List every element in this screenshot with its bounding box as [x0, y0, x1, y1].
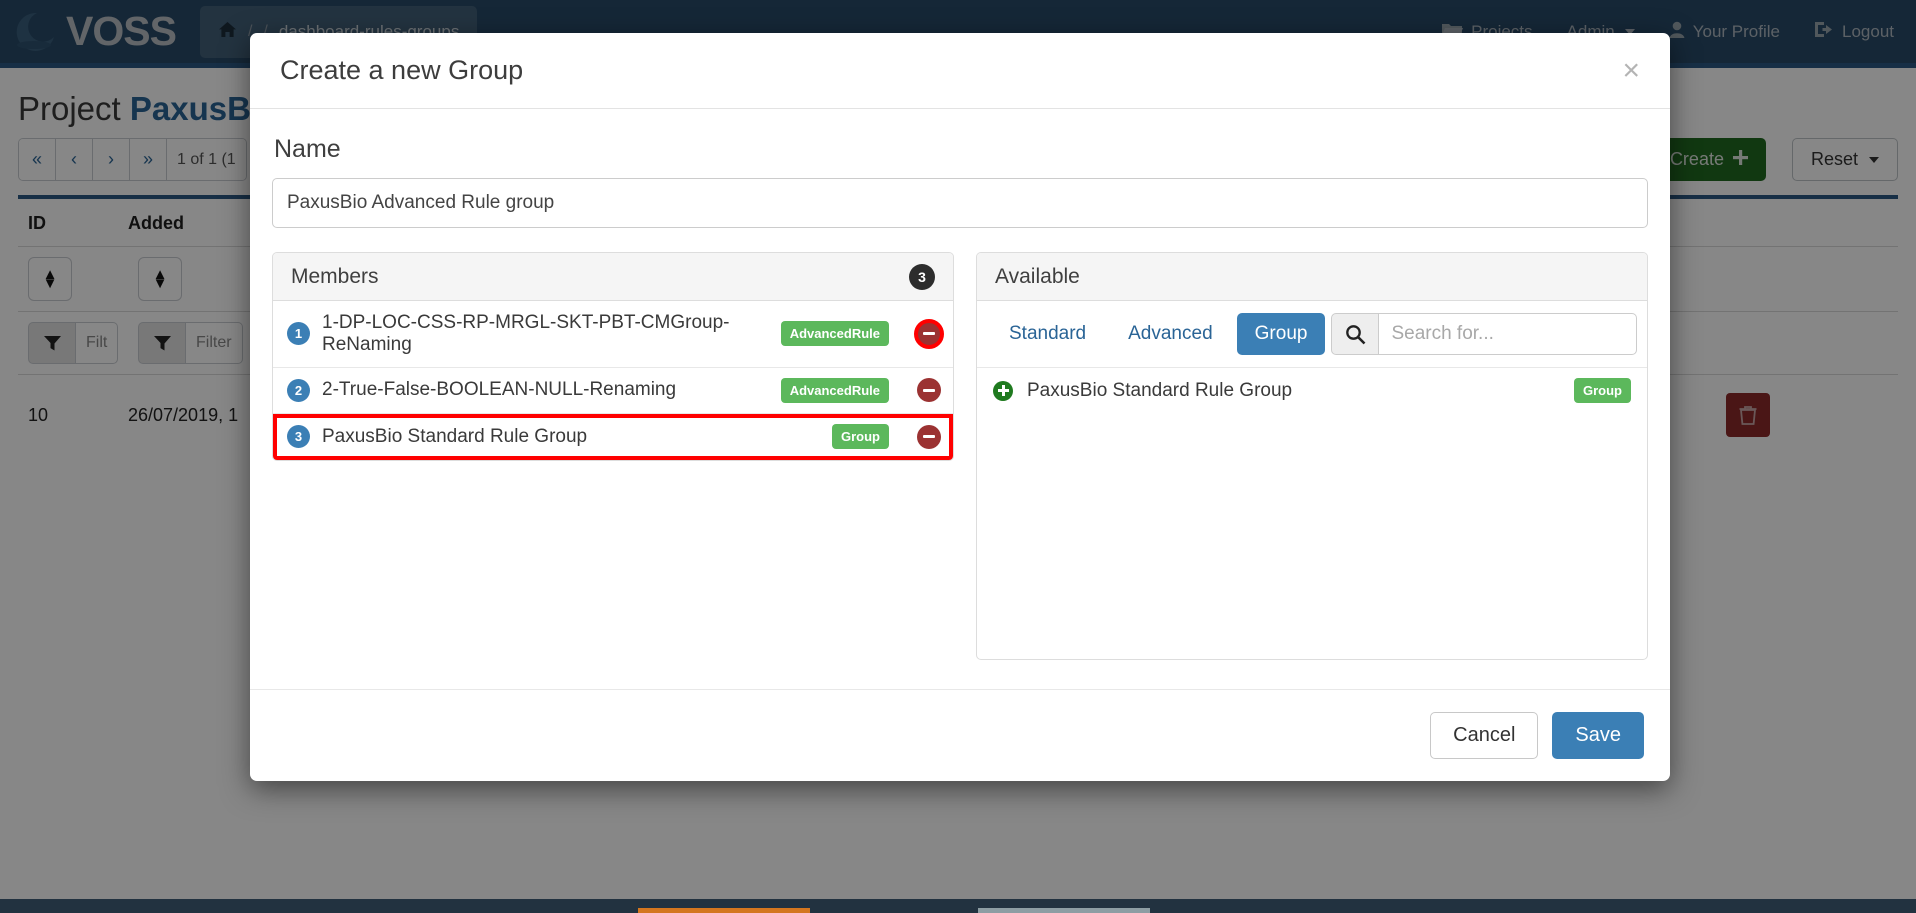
modal-title: Create a new Group — [280, 55, 523, 86]
save-button[interactable]: Save — [1552, 712, 1644, 759]
search-icon[interactable] — [1331, 313, 1379, 355]
plus-icon — [1002, 385, 1005, 396]
tab-advanced[interactable]: Advanced — [1110, 313, 1231, 355]
available-filter-toolbar: Standard Advanced Group — [977, 301, 1647, 368]
available-item-name: PaxusBio Standard Rule Group — [1027, 380, 1292, 402]
create-group-modal: Create a new Group × Name Members 3 1 1-… — [250, 33, 1670, 781]
modal-footer: Cancel Save — [250, 689, 1670, 781]
tab-group[interactable]: Group — [1237, 313, 1326, 355]
minus-icon — [923, 332, 935, 335]
member-type-tag: Group — [832, 424, 889, 449]
member-type-tag: AdvancedRule — [781, 378, 889, 403]
modal-body: Name Members 3 1 1-DP-LOC-CSS-RP-MRGL-SK… — [250, 109, 1670, 689]
taskbar-spacer — [0, 908, 638, 913]
available-search-group — [1331, 313, 1637, 355]
search-input[interactable] — [1379, 313, 1637, 355]
member-row-2[interactable]: 2 2-True-False-BOOLEAN-NULL-Renaming Adv… — [273, 368, 953, 414]
member-row-1[interactable]: 1 1-DP-LOC-CSS-RP-MRGL-SKT-PBT-CMGroup-R… — [273, 301, 953, 368]
members-panel-title: Members — [291, 265, 379, 289]
members-count-badge: 3 — [909, 264, 935, 290]
available-panel-header: Available — [977, 253, 1647, 301]
name-input[interactable] — [272, 178, 1648, 228]
remove-member-button[interactable] — [917, 322, 941, 346]
member-index-badge: 1 — [287, 322, 310, 345]
transfer-panels: Members 3 1 1-DP-LOC-CSS-RP-MRGL-SKT-PBT… — [272, 252, 1648, 660]
member-type-tag: AdvancedRule — [781, 321, 889, 346]
member-name: PaxusBio Standard Rule Group — [322, 426, 587, 448]
member-index-badge: 2 — [287, 379, 310, 402]
members-panel-header: Members 3 — [273, 253, 953, 301]
minus-icon — [923, 435, 935, 438]
member-row-3[interactable]: 3 PaxusBio Standard Rule Group Group — [273, 414, 953, 460]
remove-member-button[interactable] — [917, 378, 941, 402]
available-panel: Available Standard Advanced Group — [976, 252, 1648, 660]
available-row-1[interactable]: PaxusBio Standard Rule Group Group — [977, 368, 1647, 413]
close-icon[interactable]: × — [1622, 56, 1640, 86]
remove-member-button[interactable] — [917, 425, 941, 449]
minus-icon — [923, 389, 935, 392]
modal-header: Create a new Group × — [250, 33, 1670, 109]
add-member-button[interactable] — [993, 381, 1013, 401]
member-name: 2-True-False-BOOLEAN-NULL-Renaming — [322, 379, 676, 401]
cancel-button[interactable]: Cancel — [1430, 712, 1538, 759]
member-name: 1-DP-LOC-CSS-RP-MRGL-SKT-PBT-CMGroup-ReN… — [322, 312, 752, 356]
available-item-tag: Group — [1574, 378, 1631, 403]
members-panel: Members 3 1 1-DP-LOC-CSS-RP-MRGL-SKT-PBT… — [272, 252, 954, 461]
member-index-badge: 3 — [287, 425, 310, 448]
taskbar-item-secondary[interactable] — [978, 908, 1150, 913]
available-panel-title: Available — [995, 265, 1080, 289]
tab-standard[interactable]: Standard — [991, 313, 1104, 355]
taskbar-gap — [810, 908, 978, 913]
page-root: VOSS / / dashboard-rules-groups Projects… — [0, 0, 1916, 913]
name-field-label: Name — [274, 135, 1648, 164]
os-taskbar — [0, 899, 1916, 913]
taskbar-item-active[interactable] — [638, 908, 810, 913]
